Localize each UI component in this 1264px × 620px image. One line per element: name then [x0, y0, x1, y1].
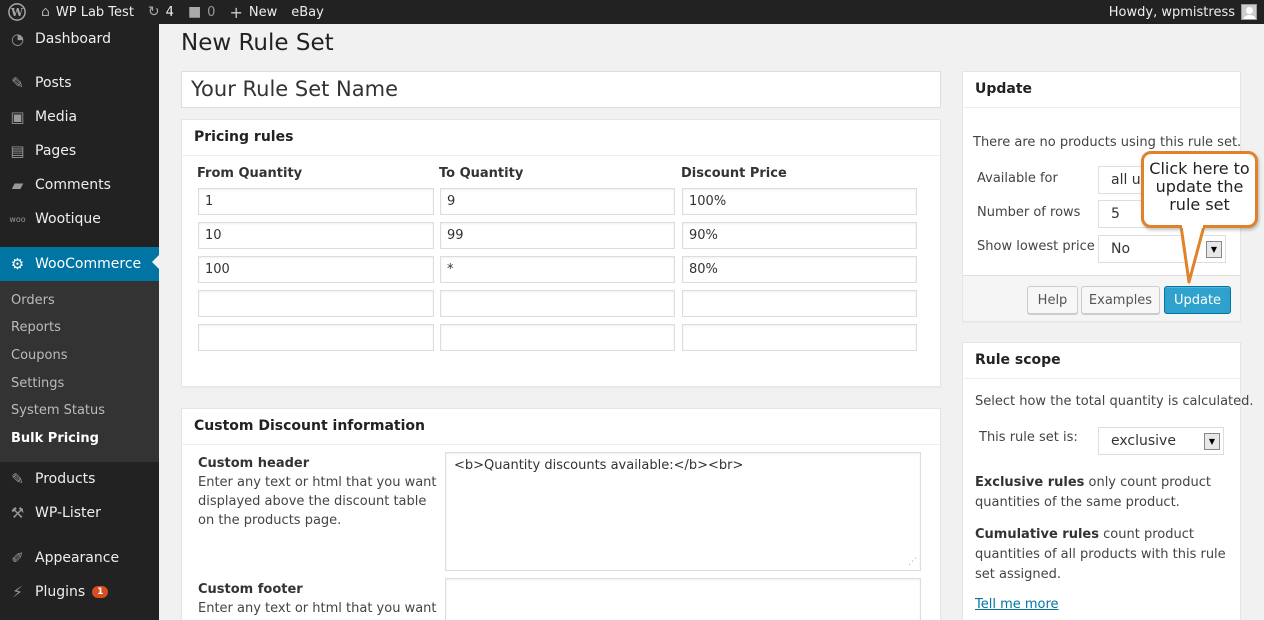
from-quantity-input[interactable] [198, 324, 434, 351]
menu-comments[interactable]: ▰ Comments [0, 170, 159, 200]
updates-link[interactable]: ↻ 4 [141, 0, 181, 24]
woo-icon: woo [9, 214, 26, 224]
from-quantity-input[interactable]: 1 [198, 188, 434, 215]
number-of-rows-label: Number of rows [977, 205, 1081, 220]
pin-icon: ✎ [11, 74, 24, 92]
from-quantity-input[interactable]: 100 [198, 256, 434, 283]
discount-price-input[interactable] [682, 290, 917, 317]
exclusive-rules-description: Exclusive rules only count product quant… [975, 475, 1211, 510]
from-quantity-input[interactable] [198, 290, 434, 317]
page-title: New Rule Set [181, 30, 334, 56]
custom-footer-label: Custom footer [198, 582, 303, 597]
discount-price-input[interactable]: 100% [682, 188, 917, 215]
custom-footer-description: Enter any text or html that you want [198, 601, 437, 616]
submenu-orders[interactable]: Orders [11, 293, 55, 308]
hammer-icon: ⚒ [10, 504, 25, 522]
menu-dashboard[interactable]: ◔ Dashboard [0, 24, 159, 54]
rule-scope-select[interactable]: exclusive ▼ [1098, 427, 1224, 455]
submenu-bulk-pricing[interactable]: Bulk Pricing [11, 431, 99, 446]
update-button[interactable]: Update [1164, 286, 1231, 314]
rule-set-name-input[interactable]: Your Rule Set Name [181, 71, 941, 108]
comments-link[interactable]: ■ 0 [181, 0, 223, 24]
menu-wootique[interactable]: woo Wootique [0, 204, 159, 234]
tell-me-more-link[interactable]: Tell me more [975, 597, 1059, 612]
custom-header-description: Enter any text or html that you want dis… [198, 475, 437, 528]
discount-price-input[interactable]: 80% [682, 256, 917, 283]
submenu-coupons[interactable]: Coupons [11, 348, 68, 363]
menu-wp-lister[interactable]: ⚒ WP-Lister [0, 498, 159, 528]
update-callout: Click here to update the rule set [1141, 151, 1258, 228]
help-button[interactable]: Help [1027, 286, 1078, 314]
discount-price-input[interactable]: 90% [682, 222, 917, 249]
column-discount-price: Discount Price [681, 166, 787, 181]
menu-posts[interactable]: ✎ Posts [0, 68, 159, 98]
menu-pages[interactable]: ▤ Pages [0, 136, 159, 166]
custom-header-label: Custom header [198, 456, 310, 471]
rule-scope-title: Rule scope [963, 343, 1240, 379]
column-to-quantity: To Quantity [439, 166, 524, 181]
updates-icon: ↻ [147, 4, 160, 20]
callout-pointer-icon [1179, 224, 1206, 284]
from-quantity-input[interactable]: 10 [198, 222, 434, 249]
woocommerce-submenu: Orders Reports Coupons Settings System S… [0, 281, 159, 462]
submenu-reports[interactable]: Reports [11, 320, 61, 335]
chevron-down-icon: ▼ [1204, 433, 1220, 450]
ebay-link[interactable]: eBay [284, 0, 331, 24]
wordpress-logo-icon[interactable]: W [0, 0, 34, 24]
cumulative-rules-description: Cumulative rules count product quantitie… [975, 527, 1226, 582]
update-box-title: Update [963, 72, 1240, 108]
column-from-quantity: From Quantity [197, 166, 303, 181]
comment-icon: ▰ [11, 176, 24, 194]
my-account-link[interactable]: Howdy, wpmistress [1102, 0, 1264, 24]
rule-scope-intro: Select how the total quantity is calcula… [975, 394, 1254, 409]
menu-products[interactable]: ✎ Products [0, 464, 159, 494]
menu-woocommerce[interactable]: ⚙ WooCommerce [0, 247, 159, 281]
chevron-down-icon: ▼ [1206, 241, 1222, 258]
to-quantity-input[interactable]: 99 [440, 222, 675, 249]
gear-icon: ⚙ [10, 255, 25, 273]
media-icon: ▣ [10, 108, 25, 126]
menu-media[interactable]: ▣ Media [0, 102, 159, 132]
discount-price-input[interactable] [682, 324, 917, 351]
pages-icon: ▤ [10, 142, 25, 160]
to-quantity-input[interactable]: * [440, 256, 675, 283]
examples-button[interactable]: Examples [1081, 286, 1160, 314]
brush-icon: ✐ [11, 549, 24, 567]
plus-icon: + [229, 2, 243, 22]
show-lowest-price-label: Show lowest price [977, 239, 1095, 254]
pricing-rules-title: Pricing rules [182, 120, 940, 156]
site-name-link[interactable]: ⌂ WP Lab Test [34, 0, 141, 24]
menu-appearance[interactable]: ✐ Appearance [0, 543, 159, 573]
menu-plugins[interactable]: ⚡ Plugins 1 [0, 577, 159, 607]
new-content-link[interactable]: + New [222, 0, 284, 24]
custom-discount-title: Custom Discount information [182, 409, 940, 445]
avatar [1241, 4, 1257, 20]
home-icon: ⌂ [41, 4, 50, 20]
custom-footer-textarea[interactable] [445, 578, 921, 620]
submenu-system-status[interactable]: System Status [11, 403, 105, 418]
pin-icon: ✎ [11, 470, 24, 488]
plugins-update-badge: 1 [92, 586, 109, 598]
comment-bubble-icon: ■ [187, 4, 202, 20]
custom-header-textarea[interactable]: <b>Quantity discounts available:</b><br>… [445, 452, 921, 571]
dashboard-icon: ◔ [10, 30, 25, 48]
admin-sidebar: ◔ Dashboard ✎ Posts ▣ Media ▤ Pages ▰ Co… [0, 24, 159, 620]
svg-text:W: W [10, 6, 24, 19]
rule-scope-label: This rule set is: [979, 430, 1078, 445]
available-for-label: Available for [977, 171, 1058, 186]
submenu-settings[interactable]: Settings [11, 376, 64, 391]
plug-icon: ⚡ [12, 583, 23, 601]
admin-bar: W ⌂ WP Lab Test ↻ 4 ■ 0 + New eBay Howdy… [0, 0, 1264, 24]
to-quantity-input[interactable]: 9 [440, 188, 675, 215]
to-quantity-input[interactable] [440, 324, 675, 351]
to-quantity-input[interactable] [440, 290, 675, 317]
no-products-notice: There are no products using this rule se… [973, 135, 1242, 150]
resize-grip-icon[interactable]: ⋰ [907, 557, 917, 567]
